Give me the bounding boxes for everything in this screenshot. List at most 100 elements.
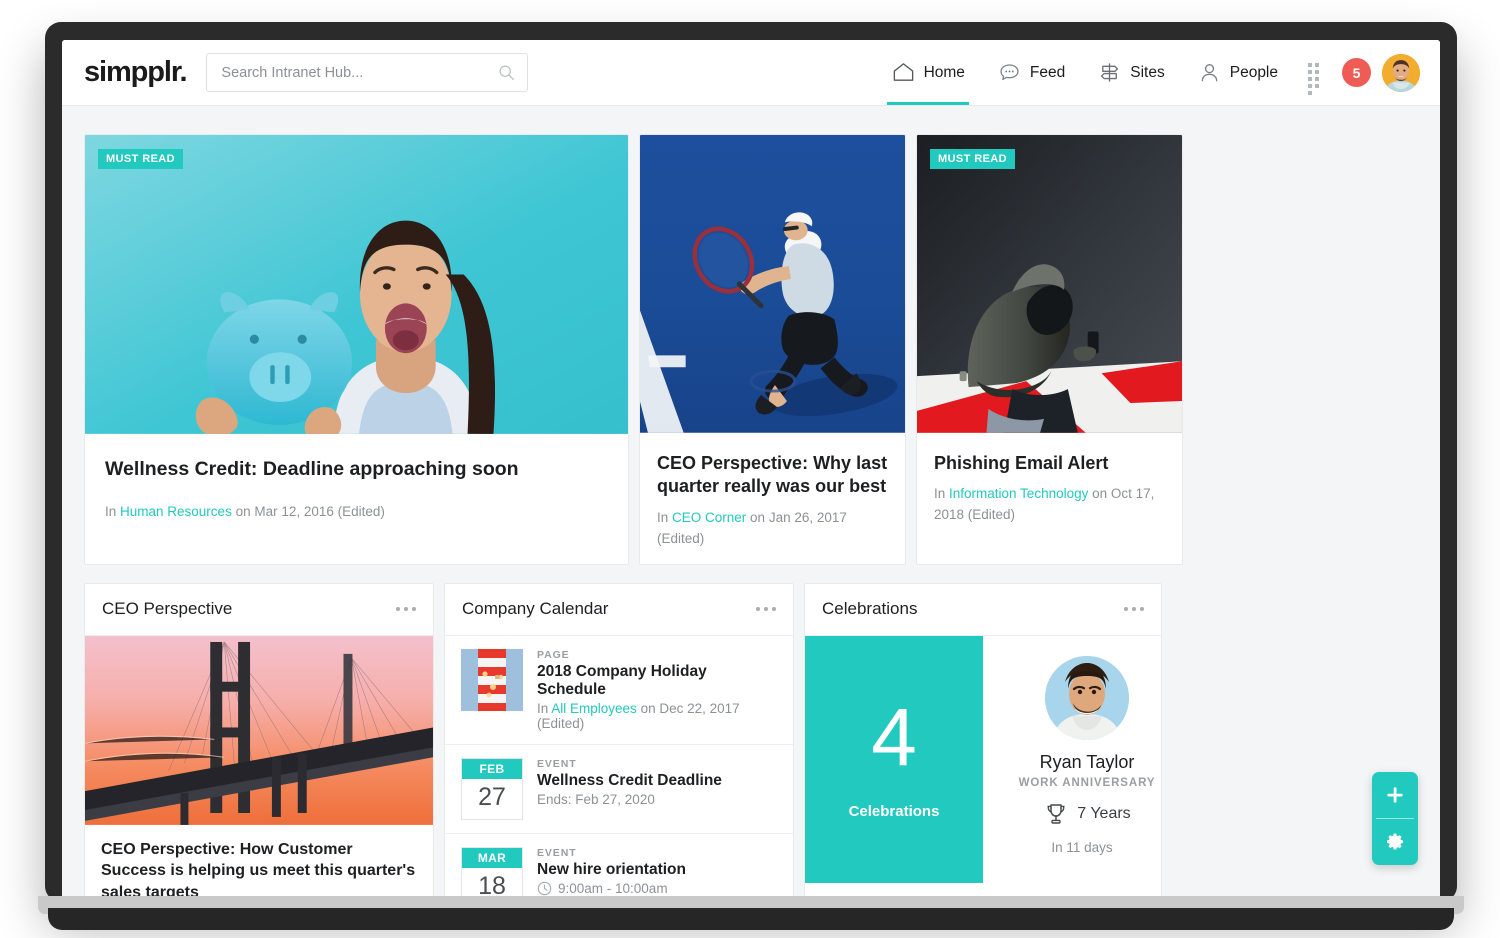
notification-badge[interactable]: 5 bbox=[1342, 58, 1371, 87]
person-icon bbox=[1201, 64, 1218, 82]
calendar-item-kicker: EVENT bbox=[537, 846, 577, 859]
search-box[interactable] bbox=[206, 53, 529, 92]
celebrations-count: 4 bbox=[871, 691, 917, 783]
nav-item-people[interactable]: People bbox=[1181, 40, 1294, 105]
widget-company-calendar: Company Calendar PAGE 2018 Company Holid… bbox=[444, 582, 794, 902]
meta-suffix: on Mar 12, 2016 (Edited) bbox=[231, 504, 385, 520]
ceo-article-title[interactable]: CEO Perspective: How Customer Success is… bbox=[101, 839, 417, 902]
celebration-years-row: 7 Years bbox=[1043, 801, 1131, 827]
grid-apps-icon[interactable] bbox=[1308, 62, 1328, 95]
featured-card-body: Phishing Email Alert In Information Tech… bbox=[917, 435, 1182, 564]
featured-image-tennis bbox=[640, 135, 905, 435]
calendar-date-box: FEB 27 bbox=[461, 757, 523, 820]
list-item[interactable]: MAR 18 EVENT New hire orientation 9:00am… bbox=[445, 834, 793, 902]
featured-card-body: Wellness Credit: Deadline approaching so… bbox=[85, 435, 628, 564]
calendar-item-meta: In All Employees on Dec 22, 2017 (Edited… bbox=[537, 701, 777, 731]
widget-title: Celebrations bbox=[822, 599, 918, 619]
list-item[interactable]: PAGE 2018 Company Holiday Schedule In Al… bbox=[445, 636, 793, 745]
meta-link[interactable]: Human Resources bbox=[120, 504, 232, 519]
calendar-month: FEB bbox=[462, 758, 522, 779]
more-options-icon[interactable] bbox=[1124, 607, 1144, 612]
avatar[interactable] bbox=[1382, 53, 1420, 92]
nav-label-people: People bbox=[1229, 63, 1278, 81]
widget-ceo-perspective: CEO Perspective CEO Perspective: How Cus… bbox=[84, 582, 434, 902]
clock-icon bbox=[537, 881, 552, 895]
calendar-item-meta: 9:00am - 10:00am bbox=[537, 881, 777, 896]
more-options-icon[interactable] bbox=[756, 607, 776, 612]
calendar-item-info: PAGE 2018 Company Holiday Schedule In Al… bbox=[537, 649, 777, 731]
widget-header: CEO Perspective bbox=[85, 584, 433, 636]
featured-image-phishing: MUST READ bbox=[917, 135, 1182, 435]
celebrations-body: 4 Celebrations Ryan Taylor WORK ANNIVERS… bbox=[805, 635, 1161, 883]
calendar-item-kicker: EVENT bbox=[537, 757, 577, 770]
home-icon bbox=[893, 63, 913, 81]
widgets-row: CEO Perspective CEO Perspective: How Cus… bbox=[84, 582, 1418, 902]
calendar-item-title: New hire orientation bbox=[537, 860, 686, 878]
top-navigation-bar: simpplr. Home bbox=[62, 40, 1440, 106]
person-avatar bbox=[1045, 655, 1129, 740]
meta-link[interactable]: Information Technology bbox=[949, 486, 1088, 501]
celebration-person-panel[interactable]: Ryan Taylor WORK ANNIVERSARY 7 Years In … bbox=[983, 636, 1161, 883]
list-item[interactable]: FEB 27 EVENT Wellness Credit Deadline En… bbox=[445, 745, 793, 834]
laptop-base-bottom bbox=[48, 908, 1454, 930]
celebration-when: In 11 days bbox=[1051, 839, 1113, 855]
featured-meta: In Information Technology on Oct 17, 201… bbox=[934, 484, 1165, 526]
calendar-day: 27 bbox=[478, 782, 506, 811]
meta-prefix: In bbox=[105, 504, 121, 520]
meta-prefix: In bbox=[934, 486, 950, 502]
nav-label-home: Home bbox=[923, 63, 965, 81]
featured-card[interactable]: CEO Perspective: Why last quarter really… bbox=[639, 134, 906, 565]
nav-item-home[interactable]: Home bbox=[875, 40, 981, 105]
calendar-item-kicker: PAGE bbox=[537, 648, 570, 661]
main-content: MUST READ Wellness Credit: Deadline appr… bbox=[62, 106, 1440, 902]
calendar-item-title: 2018 Company Holiday Schedule bbox=[537, 662, 707, 698]
ceo-article-image bbox=[85, 635, 433, 826]
simpplr-logo[interactable]: simpplr. bbox=[84, 56, 188, 89]
calendar-item-info: EVENT New hire orientation 9:00am - 10:0… bbox=[537, 847, 777, 902]
meta-link[interactable]: CEO Corner bbox=[672, 510, 746, 525]
meta-prefix: In bbox=[657, 509, 673, 525]
add-button[interactable] bbox=[1372, 772, 1418, 818]
laptop-frame: simpplr. Home bbox=[45, 22, 1457, 902]
featured-meta: In Human Resources on Mar 12, 2016 (Edit… bbox=[105, 502, 608, 523]
featured-title: CEO Perspective: Why last quarter really… bbox=[657, 453, 888, 497]
featured-title: Wellness Credit: Deadline approaching so… bbox=[105, 458, 519, 480]
celebration-type: WORK ANNIVERSARY bbox=[1018, 776, 1156, 789]
calendar-item-thumbnail bbox=[461, 648, 523, 711]
search-input[interactable] bbox=[221, 64, 499, 81]
calendar-item-info: EVENT Wellness Credit Deadline Ends: Feb… bbox=[537, 758, 777, 820]
more-options-icon[interactable] bbox=[396, 607, 416, 612]
featured-card[interactable]: MUST READ bbox=[916, 134, 1183, 565]
nav-label-feed: Feed bbox=[1029, 63, 1066, 81]
featured-card-body: CEO Perspective: Why last quarter really… bbox=[640, 435, 905, 564]
nav-item-sites[interactable]: Sites bbox=[1081, 40, 1180, 105]
widget-header: Celebrations bbox=[805, 584, 1161, 636]
main-nav: Home Feed Sites People 5 bbox=[875, 40, 1420, 105]
gear-icon bbox=[1387, 833, 1403, 850]
featured-title: Phishing Email Alert bbox=[934, 453, 1109, 473]
nav-label-sites: Sites bbox=[1130, 63, 1165, 81]
widget-celebrations: Celebrations 4 Celebrations Ryan Taylor … bbox=[804, 582, 1162, 902]
featured-card[interactable]: MUST READ bbox=[84, 134, 629, 565]
nav-item-feed[interactable]: Feed bbox=[981, 40, 1081, 105]
search-icon bbox=[499, 65, 515, 81]
chat-icon bbox=[1000, 64, 1019, 81]
meta-link[interactable]: All Employees bbox=[551, 701, 637, 716]
featured-image-wellness: MUST READ bbox=[85, 135, 628, 435]
calendar-item-title: Wellness Credit Deadline bbox=[537, 771, 722, 789]
celebrations-count-label: Celebrations bbox=[848, 802, 940, 820]
widget-header: Company Calendar bbox=[445, 584, 793, 636]
person-name: Ryan Taylor bbox=[1039, 751, 1135, 772]
calendar-date-box: MAR 18 bbox=[461, 846, 523, 902]
featured-carousel: MUST READ Wellness Credit: Deadline appr… bbox=[84, 134, 1418, 565]
celebration-years: 7 Years bbox=[1077, 804, 1131, 822]
widget-title: CEO Perspective bbox=[102, 599, 233, 619]
calendar-item-ends: Ends: Feb 27, 2020 bbox=[537, 791, 655, 807]
sites-icon bbox=[1101, 63, 1119, 82]
calendar-month: MAR bbox=[462, 847, 522, 868]
ceo-article-body: CEO Perspective: How Customer Success is… bbox=[85, 826, 433, 902]
trophy-icon bbox=[1047, 803, 1065, 824]
settings-button[interactable] bbox=[1372, 819, 1418, 865]
featured-meta: In CEO Corner on Jan 26, 2017 (Edited) bbox=[657, 508, 888, 550]
must-read-badge: MUST READ bbox=[98, 149, 183, 169]
